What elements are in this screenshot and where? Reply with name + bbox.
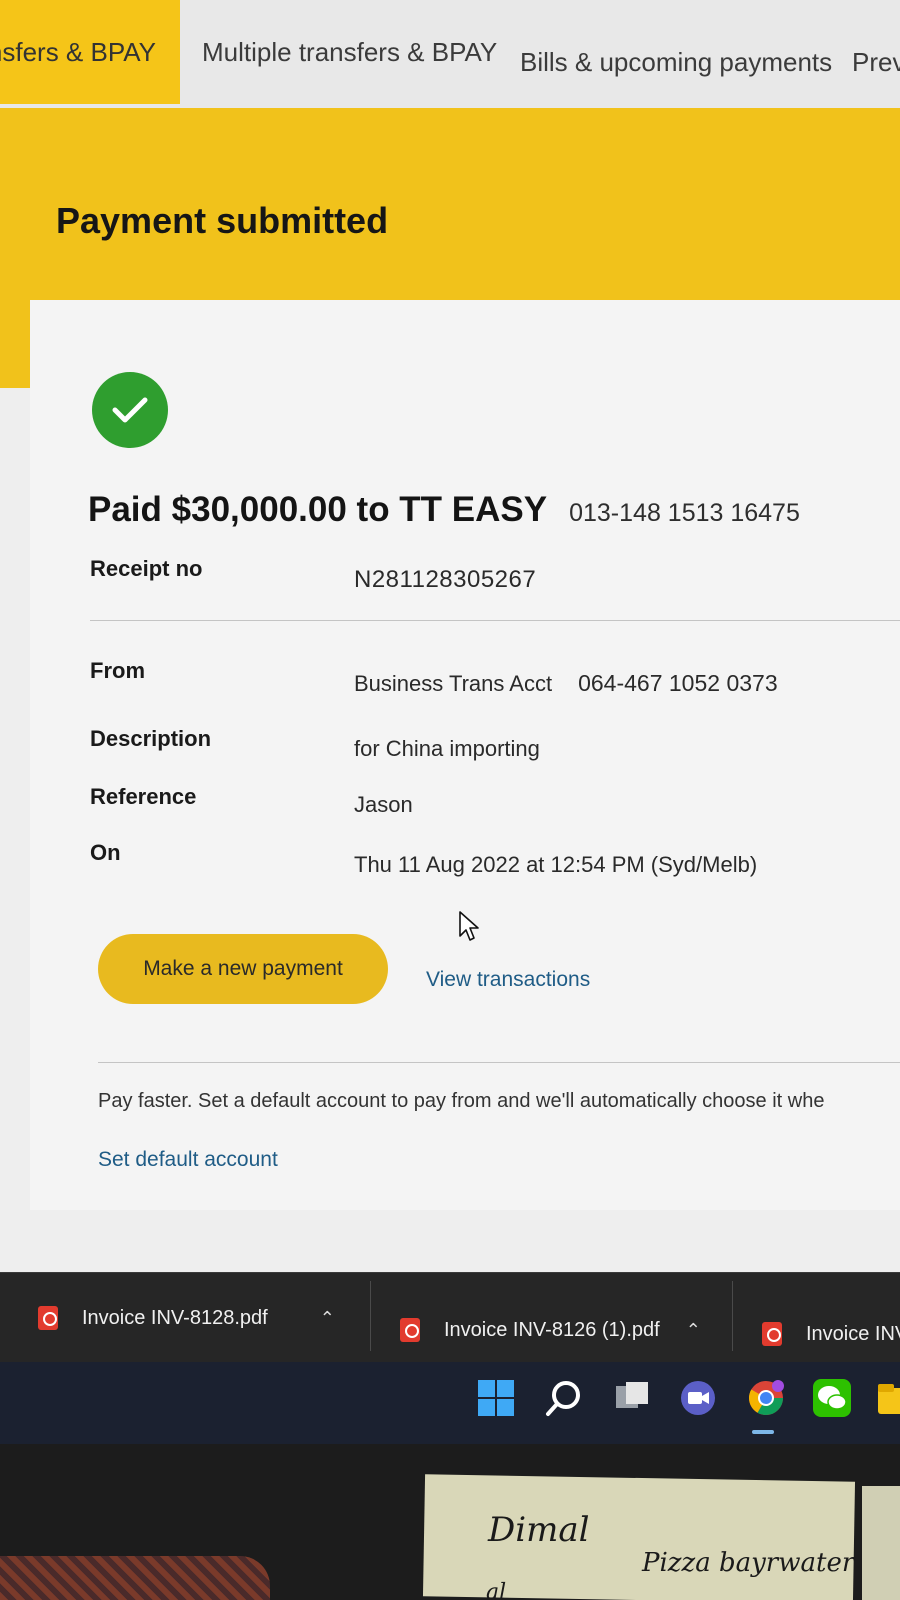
from-account-number: 064-467 1052 0373 [578,670,778,696]
tab-label: Multiple transfers & BPAY [202,36,498,67]
tab-label: Prev [852,46,900,77]
divider [90,620,900,621]
handwritten-note-line: Dimal [488,1510,590,1550]
wechat-icon[interactable] [812,1378,852,1418]
browser-page: ansfers & BPAY Multiple transfers & BPAY… [0,0,900,1272]
date-value: Thu 11 Aug 2022 at 12:54 PM (Syd/Melb) [354,852,758,877]
from-account: Business Trans Acct 064-467 1052 0373 [354,670,778,697]
download-filename: Invoice INV-8128.pdf [82,1306,268,1329]
from-label: From [90,658,145,683]
windows-taskbar [0,1362,900,1444]
set-default-account-link[interactable]: Set default account [98,1148,278,1172]
download-filename: Invoice INV [806,1322,900,1345]
desk-fabric [0,1556,270,1600]
payment-summary: Paid $30,000.00 to TT EASY 013-148 1513 … [88,490,800,530]
tab-bills-upcoming[interactable]: Bills & upcoming payments [520,10,832,114]
windows-start-icon[interactable] [476,1378,516,1418]
download-item[interactable]: Invoice INV [762,1307,900,1361]
divider [370,1281,371,1351]
handwritten-note-line: Pizza bayrwater [642,1548,855,1578]
download-item[interactable]: Invoice INV-8128.pdf ⌃ [38,1291,335,1345]
download-filename: Invoice INV-8126 (1).pdf [444,1318,660,1341]
task-view-icon[interactable] [612,1378,652,1418]
paid-amount-text: Paid $30,000.00 to TT EASY [88,490,548,529]
handwritten-note-line: al [486,1580,507,1600]
teams-chat-icon[interactable] [678,1378,718,1418]
date-label: On [90,840,121,865]
mouse-cursor-icon [459,911,479,941]
chrome-icon[interactable] [746,1378,786,1418]
search-icon[interactable] [544,1378,584,1418]
chevron-up-icon[interactable]: ⌃ [686,1320,701,1341]
description-label: Description [90,726,212,751]
active-app-indicator [752,1430,774,1434]
receipt-number: N281128305267 [354,566,537,593]
sticky-note [862,1486,900,1600]
tab-transfers-bpay[interactable]: ansfers & BPAY [0,0,180,104]
tab-previous[interactable]: Prev [852,10,900,114]
success-badge [92,372,168,448]
payments-tab-bar: ansfers & BPAY Multiple transfers & BPAY… [0,0,900,108]
check-icon [112,397,148,423]
file-explorer-icon[interactable] [876,1378,900,1418]
tab-multiple-transfers[interactable]: Multiple transfers & BPAY [202,0,497,104]
tab-label: Bills & upcoming payments [520,46,833,77]
tab-label: ansfers & BPAY [0,36,156,67]
default-account-promo-text: Pay faster. Set a default account to pay… [98,1090,825,1112]
divider [732,1281,733,1351]
description-value: for China importing [354,736,540,761]
from-account-name: Business Trans Acct [354,671,553,696]
chevron-up-icon[interactable]: ⌃ [320,1308,335,1329]
view-transactions-link[interactable]: View transactions [426,968,590,992]
pdf-file-icon [400,1318,420,1342]
divider [98,1062,900,1063]
reference-value: Jason [354,792,413,817]
download-bar: Invoice INV-8128.pdf ⌃ Invoice INV-8126 … [0,1272,900,1362]
page-title: Payment submitted [56,200,389,241]
pdf-file-icon [762,1322,782,1346]
download-item[interactable]: Invoice INV-8126 (1).pdf ⌃ [400,1303,701,1357]
receipt-label: Receipt no [90,556,203,581]
make-new-payment-button[interactable]: Make a new payment [98,934,388,1004]
payee-account-number: 013-148 1513 16475 [569,499,800,527]
pdf-file-icon [38,1306,58,1330]
reference-label: Reference [90,784,197,809]
